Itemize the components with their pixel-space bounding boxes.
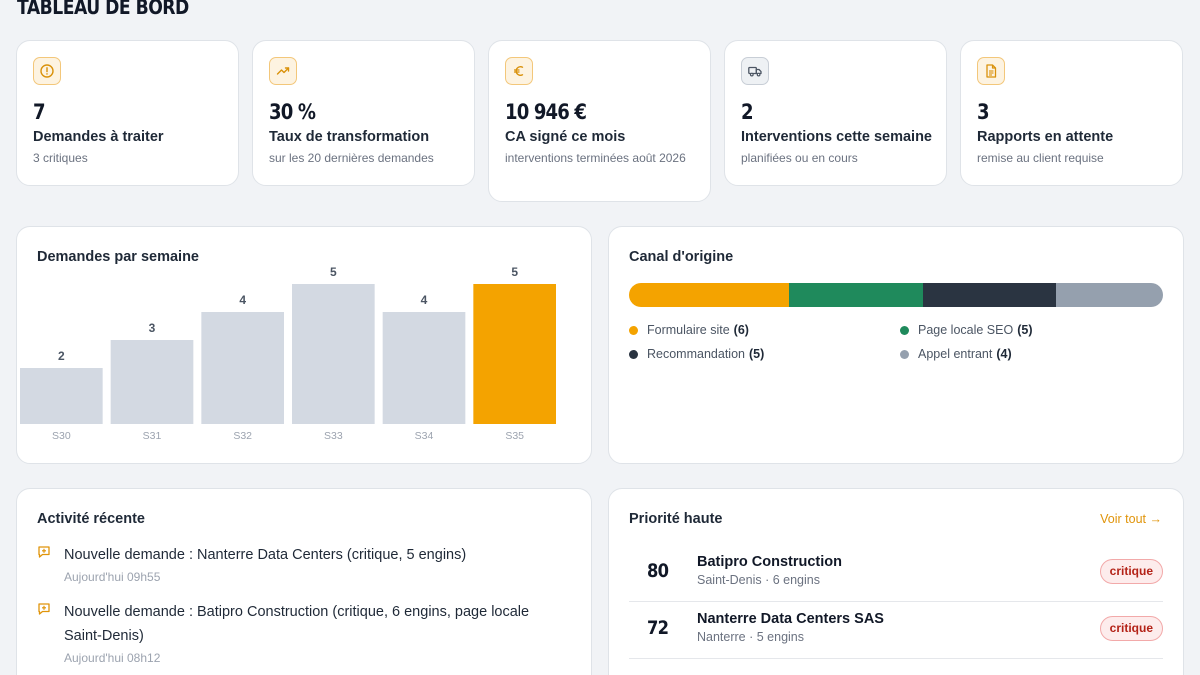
kpi-card-rapports[interactable]: 3 Rapports en attente remise au client r… <box>960 40 1183 186</box>
kpi-value: 10 946 € <box>505 100 587 124</box>
bar-value-label: 4 <box>239 293 246 307</box>
kpi-sub: 3 critiques <box>33 151 88 165</box>
kpi-value: 3 <box>977 100 990 124</box>
activity-time: Aujourd'hui 08h12 <box>64 651 161 665</box>
legend-label: Page locale SEO <box>918 323 1014 337</box>
panel-title: Canal d'origine <box>629 249 734 265</box>
panel-title: Activité récente <box>37 511 145 527</box>
recent-activity-panel: Activité récente Nouvelle demande : Nant… <box>16 488 592 675</box>
message-plus-icon <box>37 600 55 665</box>
priority-meta: Saint-Denis · 6 engins <box>697 573 820 587</box>
channel-segment[interactable] <box>1056 283 1163 307</box>
kpi-sub: sur les 20 dernières demandes <box>269 151 434 165</box>
activity-item[interactable]: Nouvelle demande : Batipro Construction … <box>37 600 571 665</box>
priority-score: 72 <box>647 617 669 639</box>
trending-up-icon <box>269 57 297 85</box>
kpi-label: Interventions cette semaine <box>741 129 932 145</box>
priority-name: Batipro Construction <box>697 554 842 570</box>
activity-text: Nouvelle demande : Batipro Construction … <box>64 604 530 644</box>
bar-value-label: 3 <box>149 321 156 335</box>
page-title: TABLEAU DE BORD <box>17 0 189 19</box>
activity-item[interactable]: Nouvelle demande : Nanterre Data Centers… <box>37 543 571 584</box>
kpi-value: 7 <box>33 100 46 124</box>
status-badge: critique <box>1099 616 1163 641</box>
x-tick-label: S33 <box>324 430 343 442</box>
x-tick-label: S30 <box>52 430 71 442</box>
message-plus-icon <box>37 543 55 584</box>
weekly-bar-chart: 2 S30 3 S31 4 S32 5 S33 4 S34 5 S35 <box>20 265 556 442</box>
legend-count: (5) <box>1017 323 1033 337</box>
legend-label: Recommandation <box>647 347 745 361</box>
panel-title: Priorité haute <box>629 511 723 527</box>
high-priority-panel: Priorité haute Voir tout → 80 Batipro Co… <box>608 488 1184 675</box>
x-tick-label: S35 <box>505 430 524 442</box>
euro-icon <box>505 57 533 85</box>
legend-dot <box>900 325 909 335</box>
channel-stacked-bar <box>629 283 1163 307</box>
kpi-value: 30 % <box>269 100 316 124</box>
channel-segment[interactable] <box>789 283 923 307</box>
bar-value-label: 2 <box>58 349 65 363</box>
legend-item: Page locale SEO (5) <box>900 323 1032 337</box>
legend-count: (5) <box>748 347 765 361</box>
bar-s34[interactable] <box>382 312 466 424</box>
priority-row[interactable]: 80 Batipro Construction Saint-Denis · 6 … <box>629 545 1163 602</box>
bar-s32[interactable] <box>201 312 284 424</box>
truck-icon <box>741 57 769 85</box>
legend-count: (6) <box>733 323 749 337</box>
legend-dot <box>629 349 638 359</box>
legend-label: Appel entrant <box>918 347 993 361</box>
bar-s30[interactable] <box>20 368 103 424</box>
kpi-sub: remise au client requise <box>977 151 1104 165</box>
legend-label: Formulaire site <box>647 323 730 337</box>
kpi-label: Taux de transformation <box>269 129 430 145</box>
alert-circle-icon <box>33 57 61 85</box>
x-tick-label: S34 <box>415 430 434 442</box>
x-tick-label: S31 <box>143 430 162 442</box>
kpi-label: CA signé ce mois <box>505 129 626 145</box>
kpi-label: Rapports en attente <box>977 129 1114 145</box>
kpi-value: 2 <box>741 100 754 124</box>
kpi-sub: interventions terminées août 2026 <box>505 151 686 165</box>
bar-s31[interactable] <box>110 340 194 424</box>
bar-value-label: 5 <box>330 265 337 279</box>
legend-count: (4) <box>996 347 1012 361</box>
activity-text: Nouvelle demande : Nanterre Data Centers… <box>64 547 467 563</box>
legend-dot <box>629 325 638 335</box>
kpi-sub: planifiées ou en cours <box>741 151 858 165</box>
kpi-card-transformation[interactable]: 30 % Taux de transformation sur les 20 d… <box>252 40 475 186</box>
activity-time: Aujourd'hui 09h55 <box>64 570 161 584</box>
priority-score: 80 <box>647 560 669 582</box>
channel-segment[interactable] <box>629 283 790 307</box>
kpi-card-demandes[interactable]: 7 Demandes à traiter 3 critiques <box>16 40 239 186</box>
bar-s35[interactable] <box>473 284 556 424</box>
kpi-card-ca[interactable]: 10 946 € CA signé ce mois interventions … <box>488 40 711 202</box>
legend-item: Appel entrant (4) <box>900 347 1012 361</box>
bar-value-label: 4 <box>421 293 428 307</box>
bar-s33[interactable] <box>292 284 375 424</box>
priority-row[interactable]: 72 Nanterre Data Centers SAS Nanterre · … <box>629 602 1163 659</box>
priority-meta: Nanterre · 5 engins <box>697 630 805 644</box>
x-tick-label: S32 <box>233 430 252 442</box>
kpi-label: Demandes à traiter <box>33 129 164 145</box>
priority-name: Nanterre Data Centers SAS <box>697 611 884 627</box>
document-icon <box>977 57 1005 85</box>
origin-channel-panel: Canal d'origine Formulaire site (6) Page… <box>608 226 1184 464</box>
see-all-link[interactable]: Voir tout → <box>1100 512 1162 526</box>
channel-segment[interactable] <box>922 283 1057 307</box>
kpi-card-interventions[interactable]: 2 Interventions cette semaine planifiées… <box>724 40 947 186</box>
status-badge: critique <box>1099 559 1163 584</box>
bar-value-label: 5 <box>511 265 518 279</box>
legend-dot <box>900 349 909 359</box>
legend-item: Formulaire site (6) <box>629 323 749 337</box>
legend-item: Recommandation (5) <box>629 347 764 361</box>
